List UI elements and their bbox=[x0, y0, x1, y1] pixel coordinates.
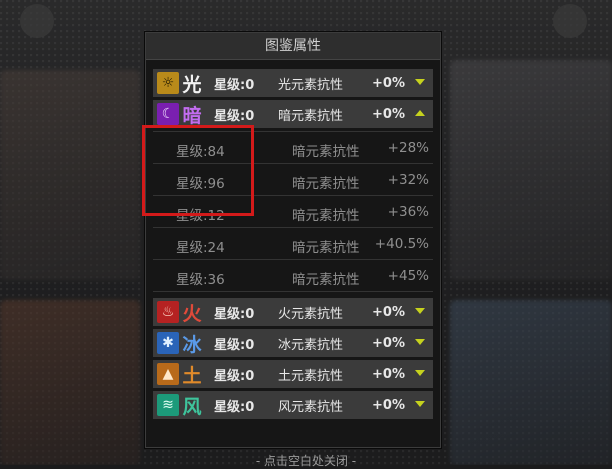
background-card bbox=[0, 300, 140, 465]
detail-resistance-name: 暗元素抗性 bbox=[292, 208, 360, 224]
detail-row: 星级:24 暗元素抗性 +40.5% bbox=[153, 228, 433, 260]
resistance-name: 光元素抗性 bbox=[278, 77, 344, 93]
chevron-down-icon[interactable] bbox=[415, 79, 425, 85]
detail-resistance-name: 暗元素抗性 bbox=[292, 240, 360, 256]
chevron-down-icon[interactable] bbox=[415, 370, 425, 376]
detail-resistance-value: +36% bbox=[387, 204, 429, 220]
resistance-name: 土元素抗性 bbox=[278, 368, 344, 384]
detail-resistance-value: +32% bbox=[387, 172, 429, 188]
flame-icon: ♨ bbox=[157, 301, 179, 323]
star-level: 星级:0 bbox=[214, 337, 255, 353]
star-level: 星级:0 bbox=[214, 306, 255, 322]
element-char-dark: 暗 bbox=[182, 104, 202, 127]
detail-star-level: 星级:36 bbox=[176, 272, 225, 288]
resistance-name: 冰元素抗性 bbox=[278, 337, 344, 353]
detail-resistance-name: 暗元素抗性 bbox=[292, 144, 360, 160]
highlight-box bbox=[142, 125, 254, 216]
element-char-light: 光 bbox=[182, 73, 202, 96]
star-level: 星级:0 bbox=[214, 108, 255, 124]
background-card bbox=[450, 60, 612, 280]
chevron-down-icon[interactable] bbox=[415, 339, 425, 345]
detail-resistance-value: +40.5% bbox=[374, 236, 429, 252]
crescent-moon-icon: ☾ bbox=[157, 103, 179, 125]
close-hint: - 点击空白处关闭 - bbox=[255, 454, 357, 468]
element-row-light[interactable]: ☼ 光 星级:0 光元素抗性 +0% bbox=[153, 69, 433, 97]
resistance-value: +0% bbox=[372, 366, 405, 382]
resistance-name: 暗元素抗性 bbox=[278, 108, 344, 124]
element-resistance-list: ☼ 光 星级:0 光元素抗性 +0% ☾ 暗 星级:0 暗元素抗性 +0% 星级… bbox=[153, 69, 433, 422]
wind-swirl-icon: ≋ bbox=[157, 394, 179, 416]
snowflake-icon: ✱ bbox=[157, 332, 179, 354]
panel-title: 图鉴属性 bbox=[146, 33, 440, 60]
background-card bbox=[0, 70, 140, 280]
detail-resistance-name: 暗元素抗性 bbox=[292, 272, 360, 288]
element-row-ice[interactable]: ✱ 冰 星级:0 冰元素抗性 +0% bbox=[153, 329, 433, 357]
resistance-name: 火元素抗性 bbox=[278, 306, 344, 322]
element-char-earth: 土 bbox=[182, 364, 202, 387]
element-char-ice: 冰 bbox=[182, 333, 202, 356]
collection-attributes-panel: 图鉴属性 ☼ 光 星级:0 光元素抗性 +0% ☾ 暗 星级:0 暗元素抗性 +… bbox=[145, 32, 441, 448]
resistance-name: 风元素抗性 bbox=[278, 399, 344, 415]
resistance-value: +0% bbox=[372, 335, 405, 351]
star-level: 星级:0 bbox=[214, 368, 255, 384]
sun-icon: ☼ bbox=[157, 72, 179, 94]
element-row-dark[interactable]: ☾ 暗 星级:0 暗元素抗性 +0% bbox=[153, 100, 433, 128]
chevron-up-icon[interactable] bbox=[415, 110, 425, 116]
element-row-fire[interactable]: ♨ 火 星级:0 火元素抗性 +0% bbox=[153, 298, 433, 326]
mountain-icon: ▲ bbox=[157, 363, 179, 385]
chevron-down-icon[interactable] bbox=[415, 401, 425, 407]
star-level: 星级:0 bbox=[214, 77, 255, 93]
resistance-value: +0% bbox=[372, 304, 405, 320]
background-button bbox=[553, 4, 587, 38]
element-row-earth[interactable]: ▲ 土 星级:0 土元素抗性 +0% bbox=[153, 360, 433, 388]
chevron-down-icon[interactable] bbox=[415, 308, 425, 314]
resistance-value: +0% bbox=[372, 397, 405, 413]
detail-resistance-value: +45% bbox=[387, 268, 429, 284]
star-level: 星级:0 bbox=[214, 399, 255, 415]
element-row-wind[interactable]: ≋ 风 星级:0 风元素抗性 +0% bbox=[153, 391, 433, 419]
detail-row: 星级:36 暗元素抗性 +45% bbox=[153, 260, 433, 292]
detail-resistance-name: 暗元素抗性 bbox=[292, 176, 360, 192]
resistance-value: +0% bbox=[372, 75, 405, 91]
background-button bbox=[20, 4, 54, 38]
element-char-fire: 火 bbox=[182, 302, 202, 325]
element-char-wind: 风 bbox=[182, 395, 202, 418]
background-card bbox=[450, 300, 612, 465]
detail-resistance-value: +28% bbox=[387, 140, 429, 156]
resistance-value: +0% bbox=[372, 106, 405, 122]
detail-star-level: 星级:24 bbox=[176, 240, 225, 256]
